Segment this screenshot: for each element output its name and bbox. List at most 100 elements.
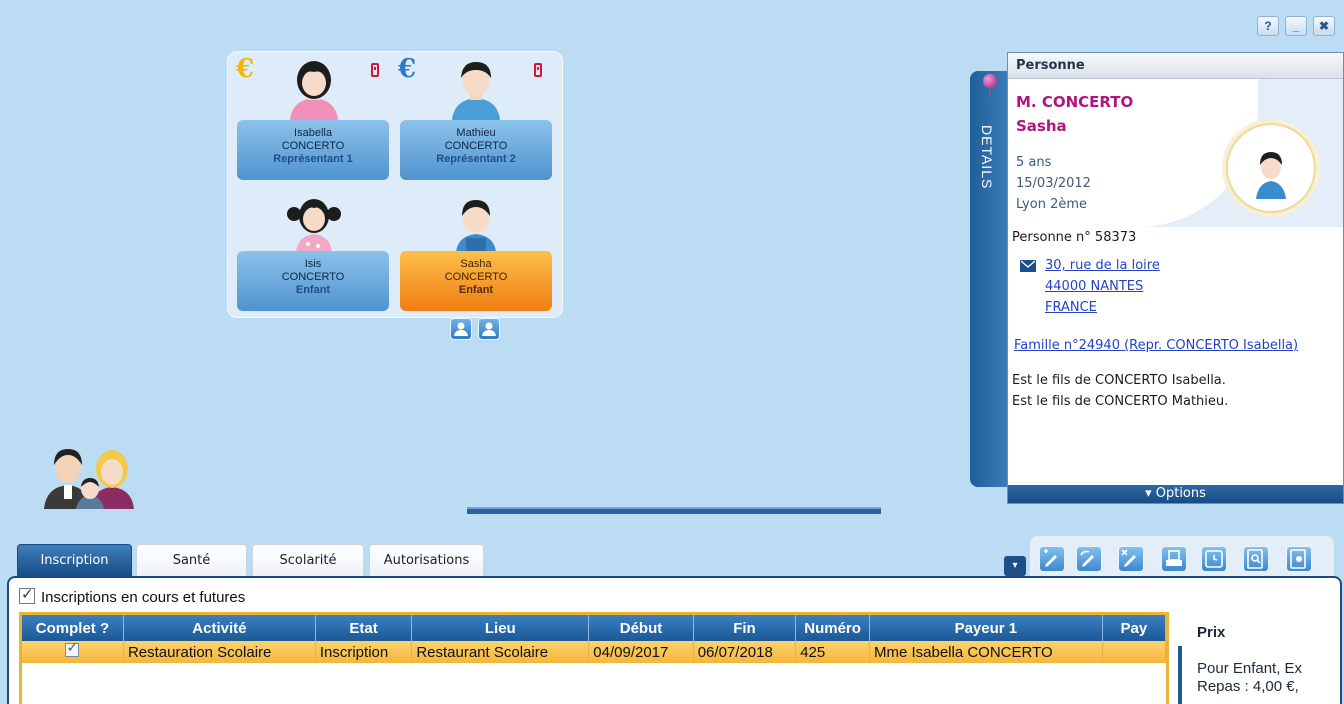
options-button[interactable]: ▾ Options (1008, 485, 1343, 503)
member-last-name: CONCERTO (281, 140, 345, 152)
family-group-icon (44, 449, 134, 509)
person-photo (1226, 123, 1316, 213)
euro-icon: € (398, 54, 417, 84)
mobile-phone-icon (534, 63, 542, 77)
mobile-phone-icon (371, 63, 379, 77)
tab-scolarite[interactable]: Scolarité (252, 544, 364, 576)
delete-inscription-button[interactable] (1118, 546, 1144, 572)
family-member-card-selected[interactable]: Sasha CONCERTO Enfant (400, 251, 552, 311)
inscriptions-table: Complet ? Activité Etat Lieu Début Fin N… (22, 615, 1166, 663)
complete-cell[interactable] (22, 640, 124, 663)
search-document-icon (1247, 549, 1263, 569)
family-link[interactable]: Famille n°24940 (Repr. CONCERTO Isabella… (1014, 338, 1298, 353)
pin-icon[interactable] (983, 74, 997, 97)
history-button[interactable] (1201, 546, 1227, 572)
toolbar-dropdown-button[interactable]: ▾ (1004, 556, 1026, 576)
mother-avatar-icon (290, 61, 338, 120)
details-side-tab[interactable]: DETAILS (970, 71, 1008, 487)
start-date-cell: 04/09/2017 (588, 641, 694, 663)
price-panel: Prix Pour Enfant, Ex Repas : 4,00 €, (1175, 612, 1344, 704)
member-role: Représentant 1 (273, 153, 353, 165)
filter-checkbox-row[interactable]: Inscriptions en cours et futures (19, 585, 246, 606)
boy-avatar-icon (1256, 152, 1286, 199)
document-search-icon (1290, 549, 1306, 569)
table-header-row: Complet ? Activité Etat Lieu Début Fin N… (22, 615, 1166, 641)
person-number: Personne n° 58373 (1012, 230, 1137, 245)
column-header[interactable]: Numéro (795, 615, 870, 641)
tab-autorisations[interactable]: Autorisations (369, 544, 484, 576)
printer-icon (1166, 550, 1182, 566)
column-header[interactable]: Etat (315, 615, 413, 641)
member-last-name: CONCERTO (444, 140, 508, 152)
view-document-button[interactable] (1286, 546, 1312, 572)
column-header[interactable]: Complet ? (22, 615, 124, 641)
address-street-link[interactable]: 30, rue de la loire (1045, 258, 1160, 273)
delete-icon (1121, 549, 1136, 567)
complete-checkbox[interactable] (65, 640, 80, 657)
boy-avatar-icon (456, 200, 496, 252)
column-header[interactable]: Début (588, 615, 694, 641)
member-first-name: Isis (304, 258, 322, 270)
payer-euro-icon: € (236, 54, 255, 84)
person-age: 5 ans (1016, 155, 1052, 170)
person-icon (482, 322, 496, 336)
minimize-button[interactable]: _ (1285, 16, 1307, 36)
member-last-name: CONCERTO (444, 271, 508, 283)
search-document-button[interactable] (1243, 546, 1269, 572)
add-person-button[interactable] (450, 318, 472, 340)
person-first-name: Sasha (1016, 117, 1067, 135)
payer2-cell (1102, 641, 1166, 663)
price-description: Pour Enfant, Ex Repas : 4,00 €, (1197, 660, 1302, 696)
member-role: Représentant 2 (436, 153, 516, 165)
column-header[interactable]: Activité (123, 615, 316, 641)
column-header[interactable]: Payeur 1 (869, 615, 1103, 641)
inscription-panel: Inscriptions en cours et futures Complet… (7, 576, 1342, 704)
edit-icon (1080, 550, 1094, 567)
column-header[interactable]: Pay (1102, 615, 1166, 641)
address-country-link[interactable]: FRANCE (1045, 300, 1097, 315)
person-summary: M. CONCERTO Sasha 5 ans 15/03/2012 Lyon … (1008, 79, 1343, 227)
person-name: M. CONCERTO (1016, 93, 1134, 111)
address-city-link[interactable]: 44000 NANTES (1045, 279, 1143, 294)
price-line: Pour Enfant, Ex (1197, 660, 1303, 677)
tab-inscription[interactable]: Inscription (17, 544, 132, 576)
column-header[interactable]: Fin (693, 615, 797, 641)
place-cell: Restaurant Scolaire (411, 641, 590, 663)
clock-icon (1205, 550, 1223, 568)
current-future-checkbox[interactable] (19, 585, 35, 604)
person-details-panel: Personne M. CONCERTO Sasha 5 ans 15/03/2… (1007, 52, 1344, 504)
help-button[interactable]: ? (1257, 16, 1279, 36)
girl-avatar-icon (287, 199, 341, 252)
family-member-card[interactable]: Mathieu CONCERTO Représentant 2 (400, 120, 552, 180)
inscriptions-grid: Complet ? Activité Etat Lieu Début Fin N… (19, 612, 1169, 704)
payer-cell: Mme Isabella CONCERTO (869, 641, 1103, 663)
filter-label: Inscriptions en cours et futures (41, 589, 246, 606)
activity-cell: Restauration Scolaire (123, 641, 316, 663)
state-cell: Inscription (315, 641, 413, 663)
close-button[interactable]: ✖ (1313, 16, 1335, 36)
price-title: Prix (1197, 624, 1226, 641)
column-header[interactable]: Lieu (411, 615, 590, 641)
details-tab-label: DETAILS (979, 125, 995, 190)
member-role: Enfant (458, 284, 494, 296)
member-role: Enfant (295, 284, 331, 296)
person-birth-place: Lyon 2ème (1016, 197, 1087, 212)
end-date-cell: 06/07/2018 (693, 641, 797, 663)
panel-title: Personne (1008, 53, 1343, 79)
print-button[interactable] (1161, 546, 1187, 572)
person-icon (454, 322, 468, 336)
link-person-button[interactable] (478, 318, 500, 340)
table-row[interactable]: Restauration Scolaire Inscription Restau… (22, 640, 1166, 663)
member-first-name: Mathieu (456, 127, 496, 139)
family-member-card[interactable]: Isabella CONCERTO Représentant 1 (237, 120, 389, 180)
father-avatar-icon (452, 62, 500, 120)
price-line: Repas : 4,00 €, (1197, 678, 1299, 695)
member-first-name: Isabella (294, 127, 332, 139)
family-member-card[interactable]: Isis CONCERTO Enfant (237, 251, 389, 311)
relation-text: Est le fils de CONCERTO Isabella. (1012, 373, 1226, 388)
splitter-bar[interactable] (467, 507, 881, 514)
tab-sante[interactable]: Santé (136, 544, 247, 576)
edit-inscription-button[interactable] (1076, 546, 1102, 572)
add-inscription-button[interactable] (1039, 546, 1065, 572)
relation-text: Est le fils de CONCERTO Mathieu. (1012, 394, 1229, 409)
